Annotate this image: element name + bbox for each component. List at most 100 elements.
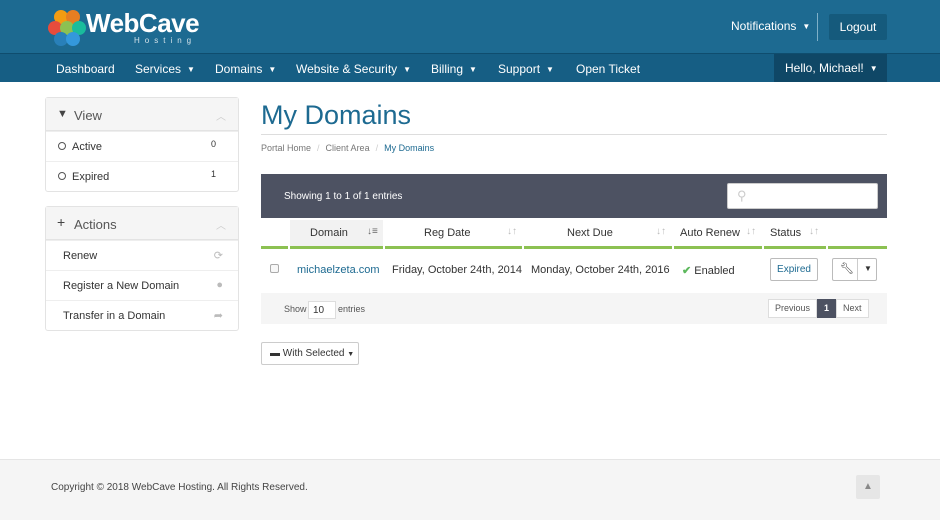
sort-icon: ↓↑: [809, 226, 819, 237]
domain-link[interactable]: michaelzeta.com: [297, 264, 380, 276]
entries-label: entries: [338, 304, 366, 314]
auto-renew-cell: ✔ Enabled: [682, 264, 735, 277]
view-panel-title: View: [74, 108, 102, 123]
column-header-next-due[interactable]: Next Due ↓↑: [524, 220, 672, 249]
logout-button[interactable]: Logout: [829, 14, 887, 40]
user-menu[interactable]: Hello, Michael! ▼: [774, 54, 887, 82]
breadcrumb-client-area[interactable]: Client Area: [326, 143, 370, 153]
chevron-up-icon: ︿: [216, 112, 226, 123]
column-header-auto-renew[interactable]: Auto Renew ↓↑: [674, 220, 762, 249]
breadcrumb-separator: /: [317, 143, 320, 153]
radio-icon: [58, 142, 66, 150]
radio-icon: [58, 172, 66, 180]
logo[interactable]: WebCave Hosting: [46, 8, 206, 48]
breadcrumb-separator: /: [375, 143, 379, 153]
with-selected-button[interactable]: ▬ With Selected ▼: [261, 342, 359, 365]
auto-renew-label: Enabled: [694, 265, 735, 277]
sort-icon: ↓↑: [656, 226, 666, 237]
reg-date-cell: Friday, October 24th, 2014: [392, 264, 523, 276]
nav-billing[interactable]: Billing ▼: [431, 62, 477, 76]
table-toolbar: Showing 1 to 1 of 1 entries ⚲: [261, 174, 887, 218]
sort-asc-icon: ↓≡: [367, 226, 378, 237]
table-row: michaelzeta.com Friday, October 24th, 20…: [261, 252, 887, 287]
status-badge[interactable]: Expired: [770, 258, 818, 281]
pagination-next[interactable]: Next: [836, 299, 869, 318]
back-to-top-button[interactable]: ▲: [856, 475, 880, 499]
manage-domain-button[interactable]: 🔧︎ ▼: [832, 258, 877, 281]
caret-down-icon: ▼: [347, 351, 355, 358]
column-underline: [828, 246, 887, 249]
column-underline: [385, 246, 522, 249]
action-register-domain[interactable]: Register a New Domain ●: [46, 270, 238, 300]
column-label: Domain: [310, 227, 348, 239]
row-checkbox[interactable]: [270, 264, 279, 273]
check-icon: ✔: [682, 265, 692, 277]
breadcrumb-portal-home[interactable]: Portal Home: [261, 143, 311, 153]
next-due-cell: Monday, October 24th, 2016: [531, 264, 670, 276]
pagination: Previous 1 Next: [768, 299, 869, 318]
nav-services[interactable]: Services ▼: [135, 62, 195, 76]
wrench-icon: 🔧︎: [840, 263, 854, 275]
column-underline: [524, 246, 672, 249]
caret-down-icon: ▼: [268, 65, 277, 75]
plus-icon: +: [57, 214, 66, 230]
nav-label: Services: [135, 62, 182, 76]
caret-down-icon: ▼: [469, 65, 477, 75]
table-footer: Show 10 entries Previous 1 Next: [261, 293, 887, 324]
nav-open-ticket[interactable]: Open Ticket: [576, 62, 640, 76]
nav-label: Open Ticket: [576, 62, 641, 76]
nav-website-security[interactable]: Website & Security ▼: [296, 62, 411, 76]
column-header-domain[interactable]: Domain ↓≡: [290, 220, 383, 249]
refresh-icon: ⟳: [213, 250, 223, 262]
nav-support[interactable]: Support ▼: [498, 62, 554, 76]
page-footer: Copyright © 2018 WebCave Hosting. All Ri…: [0, 459, 940, 520]
nav-domains[interactable]: Domains ▼: [215, 62, 276, 76]
logo-hex-icon: [66, 32, 80, 46]
column-header-reg-date[interactable]: Reg Date ↓↑: [385, 220, 522, 249]
column-label: Auto Renew: [680, 227, 740, 239]
view-panel: ▼ View ︿ Active 0 Expired 1: [45, 97, 239, 192]
view-filter-active[interactable]: Active 0: [46, 131, 238, 161]
table-search-input[interactable]: ⚲: [727, 183, 878, 209]
actions-panel-header[interactable]: + Actions ︿: [46, 207, 238, 240]
page-title: My Domains: [261, 100, 412, 130]
action-label: Renew: [63, 250, 98, 262]
column-underline: [290, 246, 383, 249]
nav-dashboard[interactable]: Dashboard: [56, 62, 115, 76]
notifications-dropdown[interactable]: Notifications ▼: [731, 19, 810, 33]
breadcrumb-current: My Domains: [384, 143, 435, 153]
sort-icon: ↓↑: [746, 226, 756, 237]
filter-count: 0: [210, 139, 216, 149]
chevron-up-icon: ▲: [863, 481, 873, 492]
page-size-select[interactable]: 10: [308, 301, 336, 319]
globe-icon: ●: [216, 279, 223, 291]
column-underline: [674, 246, 762, 249]
chevron-up-icon: ︿: [216, 221, 226, 232]
notifications-label: Notifications: [731, 19, 797, 33]
folder-icon: ▬: [270, 348, 280, 359]
view-filter-expired[interactable]: Expired 1: [46, 161, 238, 191]
top-bar: WebCave Hosting Notifications ▼ Logout: [0, 0, 940, 53]
show-label: Show: [284, 304, 307, 314]
action-transfer-domain[interactable]: Transfer in a Domain ➦: [46, 300, 238, 330]
nav-label: Support: [498, 62, 541, 76]
caret-down-icon[interactable]: ▼: [864, 264, 872, 273]
nav-label: Domains: [215, 62, 263, 76]
main-nav: Dashboard Services ▼ Domains ▼ Website & S…: [0, 53, 940, 82]
column-underline: [261, 246, 288, 249]
filter-icon: ▼: [57, 108, 68, 120]
column-label: Reg Date: [424, 227, 471, 239]
divider: [261, 134, 887, 135]
user-greeting: Hello, Michael!: [785, 61, 864, 75]
sort-icon: ↓↑: [507, 226, 517, 237]
pagination-page[interactable]: 1: [817, 299, 837, 318]
view-panel-header[interactable]: ▼ View ︿: [46, 98, 238, 131]
action-renew[interactable]: Renew ⟳: [46, 240, 238, 270]
brand-tagline: Hosting: [134, 36, 197, 45]
column-header-status[interactable]: Status ↓↑: [764, 220, 826, 249]
filter-label: Active: [72, 141, 102, 153]
caret-down-icon: ▼: [187, 65, 195, 75]
pagination-previous[interactable]: Previous: [768, 299, 818, 318]
divider: [817, 13, 818, 41]
column-underline: [764, 246, 826, 249]
